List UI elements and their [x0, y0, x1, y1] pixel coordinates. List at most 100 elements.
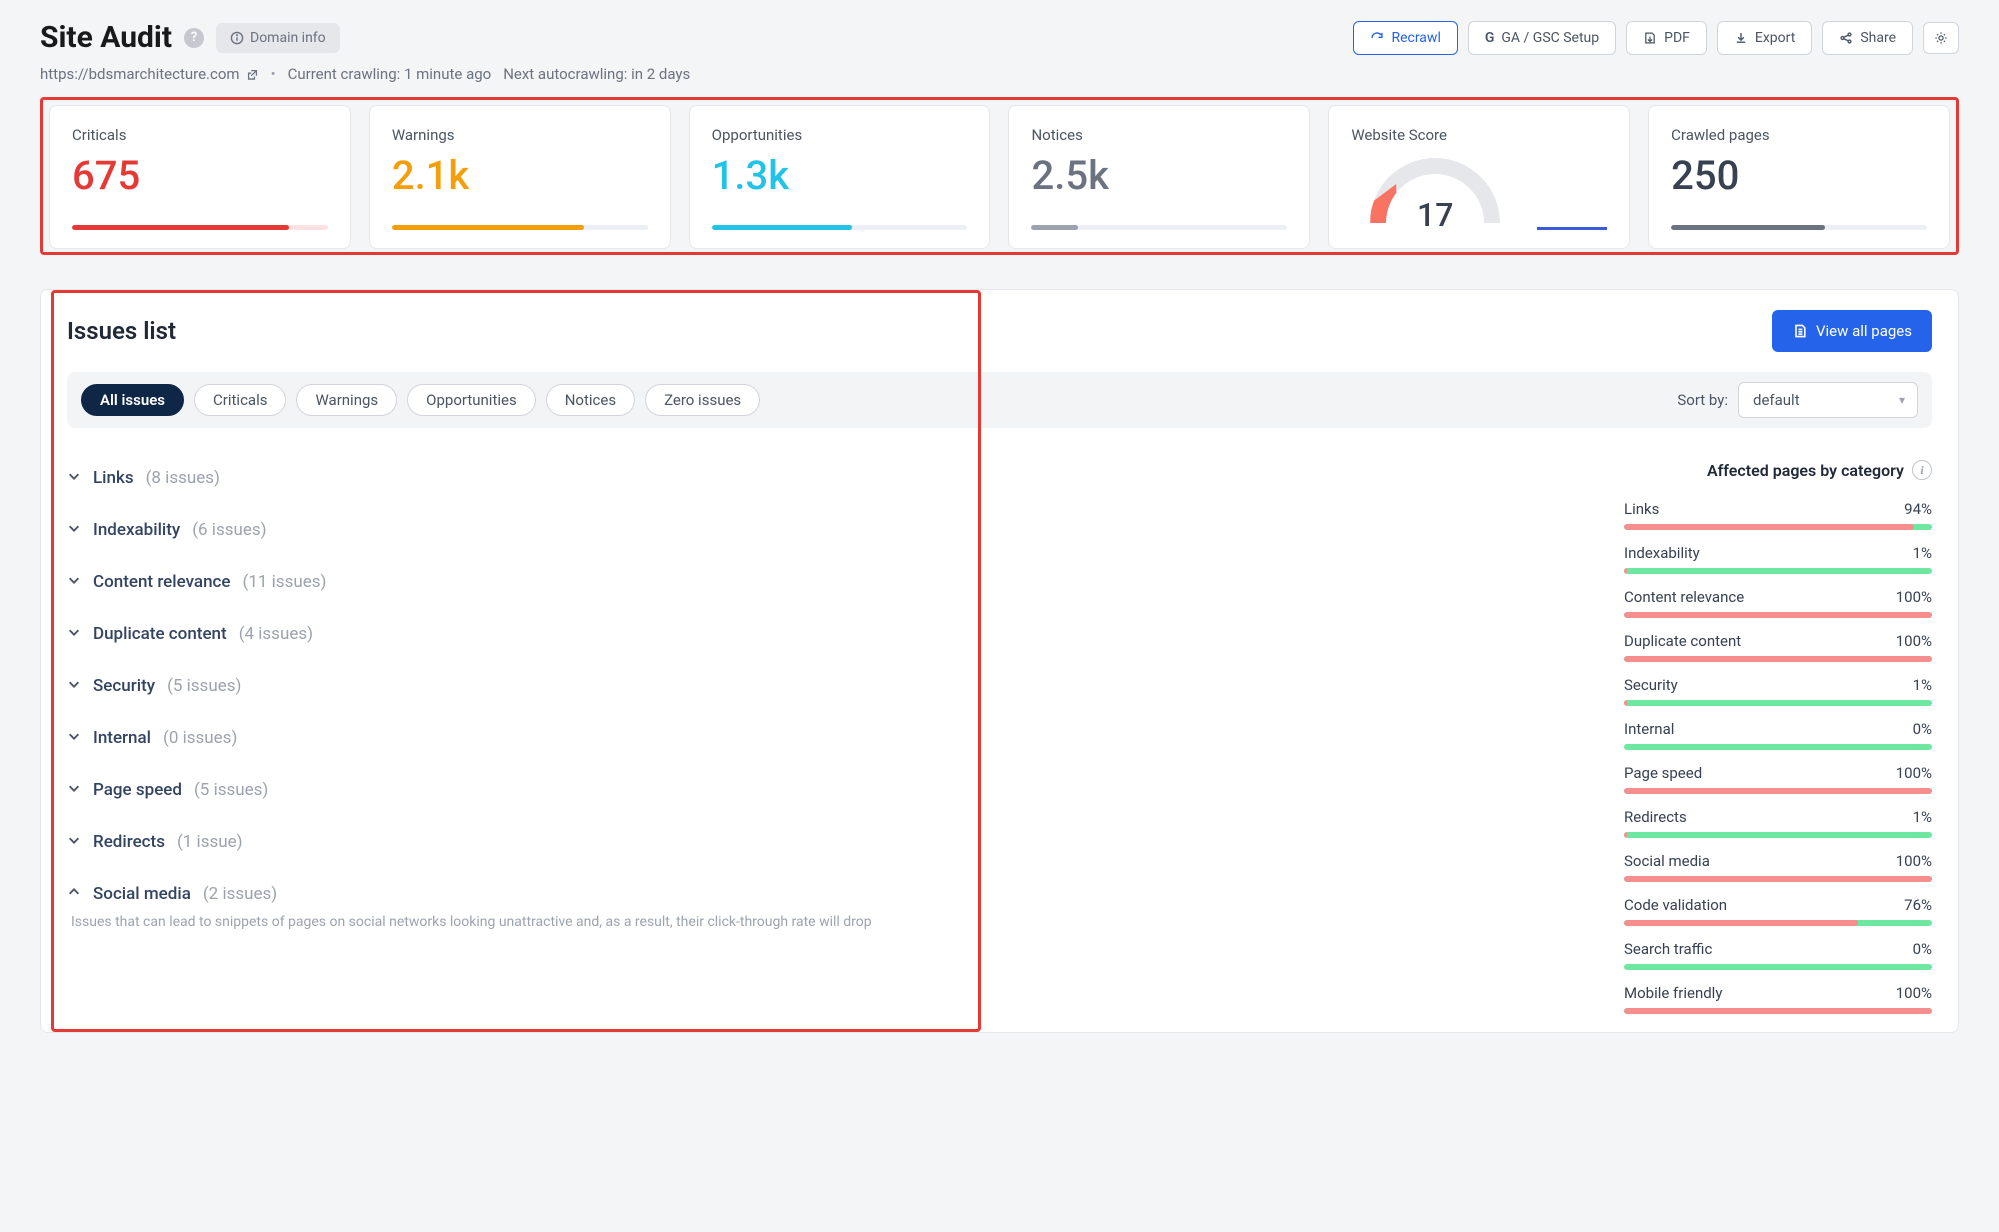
issue-item[interactable]: Redirects(1 issue) — [67, 816, 1584, 868]
issue-item[interactable]: Indexability(6 issues) — [67, 504, 1584, 556]
filter-bar: All issues Criticals Warnings Opportunit… — [67, 372, 1932, 428]
sort-select[interactable]: default — [1738, 382, 1918, 418]
issue-item[interactable]: Security(5 issues) — [67, 660, 1584, 712]
category-percentage: 100% — [1896, 632, 1932, 650]
chevron-down-icon — [67, 677, 81, 695]
stat-card-website-score[interactable]: Website Score 17 — [1328, 105, 1630, 249]
issues-panel: Issues list View all pages All issues Cr… — [40, 289, 1959, 1033]
sub-header: https://bdsmarchitecture.com • Current c… — [40, 65, 1959, 83]
category-bar — [1624, 832, 1932, 838]
issue-name: Content relevance — [93, 572, 231, 592]
refresh-icon — [1370, 31, 1384, 45]
filter-pill-all-issues[interactable]: All issues — [81, 384, 184, 416]
affected-category-row[interactable]: Links94% — [1624, 500, 1932, 530]
sort-group: Sort by: default — [1677, 382, 1918, 418]
category-percentage: 100% — [1896, 764, 1932, 782]
filter-pill-zero-issues[interactable]: Zero issues — [645, 384, 760, 416]
ga-gsc-button[interactable]: G GA / GSC Setup — [1468, 21, 1616, 55]
filter-pill-opportunities[interactable]: Opportunities — [407, 384, 536, 416]
issues-header: Issues list View all pages — [67, 310, 1932, 352]
category-bar — [1624, 964, 1932, 970]
affected-category-row[interactable]: Duplicate content100% — [1624, 632, 1932, 662]
stat-value: 2.5k — [1031, 154, 1287, 211]
category-name: Redirects — [1624, 808, 1687, 826]
stat-card-crawled-pages[interactable]: Crawled pages 250 — [1648, 105, 1950, 249]
chevron-down-icon — [67, 729, 81, 747]
issue-list-pane: Links(8 issues)Indexability(6 issues)Con… — [67, 452, 1932, 1028]
affected-category-row[interactable]: Social media100% — [1624, 852, 1932, 882]
help-icon[interactable]: ? — [184, 28, 204, 48]
domain-info-button[interactable]: Domain info — [216, 23, 340, 53]
score-trendline — [1537, 227, 1607, 230]
chevron-down-icon — [67, 781, 81, 799]
category-percentage: 100% — [1896, 984, 1932, 1002]
category-percentage: 100% — [1896, 588, 1932, 606]
stat-card-warnings[interactable]: Warnings 2.1k — [369, 105, 671, 249]
pdf-button[interactable]: PDF — [1626, 21, 1707, 55]
affected-category-row[interactable]: Content relevance100% — [1624, 588, 1932, 618]
stat-value: 1.3k — [712, 154, 968, 211]
affected-category-row[interactable]: Mobile friendly100% — [1624, 984, 1932, 1014]
category-name: Code validation — [1624, 896, 1727, 914]
category-bar — [1624, 524, 1932, 530]
stat-card-notices[interactable]: Notices 2.5k — [1008, 105, 1310, 249]
category-bar — [1624, 1008, 1932, 1014]
category-percentage: 76% — [1904, 896, 1932, 914]
export-button[interactable]: Export — [1717, 21, 1812, 55]
issue-item[interactable]: Content relevance(11 issues) — [67, 556, 1584, 608]
issue-name: Redirects — [93, 832, 165, 852]
site-url-link[interactable]: https://bdsmarchitecture.com — [40, 65, 259, 83]
filter-pill-warnings[interactable]: Warnings — [296, 384, 397, 416]
issue-name: Duplicate content — [93, 624, 227, 644]
category-name: Page speed — [1624, 764, 1702, 782]
score-gauge: 17 — [1370, 158, 1500, 230]
google-g-icon: G — [1485, 30, 1495, 46]
stat-bar — [712, 225, 968, 230]
stat-bar — [392, 225, 648, 230]
stat-bar — [1671, 225, 1927, 230]
category-bar — [1624, 876, 1932, 882]
pdf-icon — [1643, 31, 1657, 45]
issue-name: Page speed — [93, 780, 182, 800]
issue-count: (5 issues) — [167, 676, 241, 696]
view-all-pages-button[interactable]: View all pages — [1772, 310, 1932, 352]
category-bar — [1624, 744, 1932, 750]
affected-category-row[interactable]: Redirects1% — [1624, 808, 1932, 838]
category-bar — [1624, 788, 1932, 794]
download-icon — [1734, 31, 1748, 45]
chevron-down-icon — [67, 469, 81, 487]
stat-value: 2.1k — [392, 154, 648, 211]
issue-item[interactable]: Page speed(5 issues) — [67, 764, 1584, 816]
chevron-down-icon — [67, 625, 81, 643]
affected-category-row[interactable]: Security1% — [1624, 676, 1932, 706]
affected-category-row[interactable]: Search traffic0% — [1624, 940, 1932, 970]
issue-item[interactable]: Links(8 issues) — [67, 452, 1584, 504]
category-bar — [1624, 920, 1932, 926]
issue-count: (2 issues) — [203, 884, 277, 904]
domain-info-label: Domain info — [250, 30, 326, 46]
issue-count: (4 issues) — [239, 624, 313, 644]
category-percentage: 100% — [1896, 852, 1932, 870]
issue-item[interactable]: Internal(0 issues) — [67, 712, 1584, 764]
affected-category-row[interactable]: Code validation 76% — [1624, 896, 1932, 926]
current-crawling-text: Current crawling: 1 minute ago — [288, 65, 492, 83]
filter-pill-notices[interactable]: Notices — [546, 384, 635, 416]
share-button[interactable]: Share — [1822, 21, 1913, 55]
affected-category-row[interactable]: Indexability1% — [1624, 544, 1932, 574]
external-link-icon — [246, 68, 259, 81]
stat-card-criticals[interactable]: Criticals 675 — [49, 105, 351, 249]
issue-item[interactable]: Duplicate content (4 issues) — [67, 608, 1584, 660]
page-header: Site Audit ? Domain info Recrawl G GA / … — [40, 20, 1959, 55]
stat-label: Website Score — [1351, 126, 1607, 144]
recrawl-button[interactable]: Recrawl — [1353, 21, 1457, 55]
affected-category-row[interactable]: Page speed 100% — [1624, 764, 1932, 794]
stat-card-opportunities[interactable]: Opportunities 1.3k — [689, 105, 991, 249]
issue-item[interactable]: Social media(2 issues) — [67, 868, 1584, 920]
filter-pill-criticals[interactable]: Criticals — [194, 384, 286, 416]
stats-row: Criticals 675 Warnings 2.1k Opportunitie… — [49, 105, 1950, 249]
category-bar — [1624, 700, 1932, 706]
affected-category-row[interactable]: Internal0% — [1624, 720, 1932, 750]
issue-name: Internal — [93, 728, 151, 748]
info-icon[interactable]: i — [1912, 460, 1932, 480]
settings-button[interactable] — [1923, 22, 1959, 54]
